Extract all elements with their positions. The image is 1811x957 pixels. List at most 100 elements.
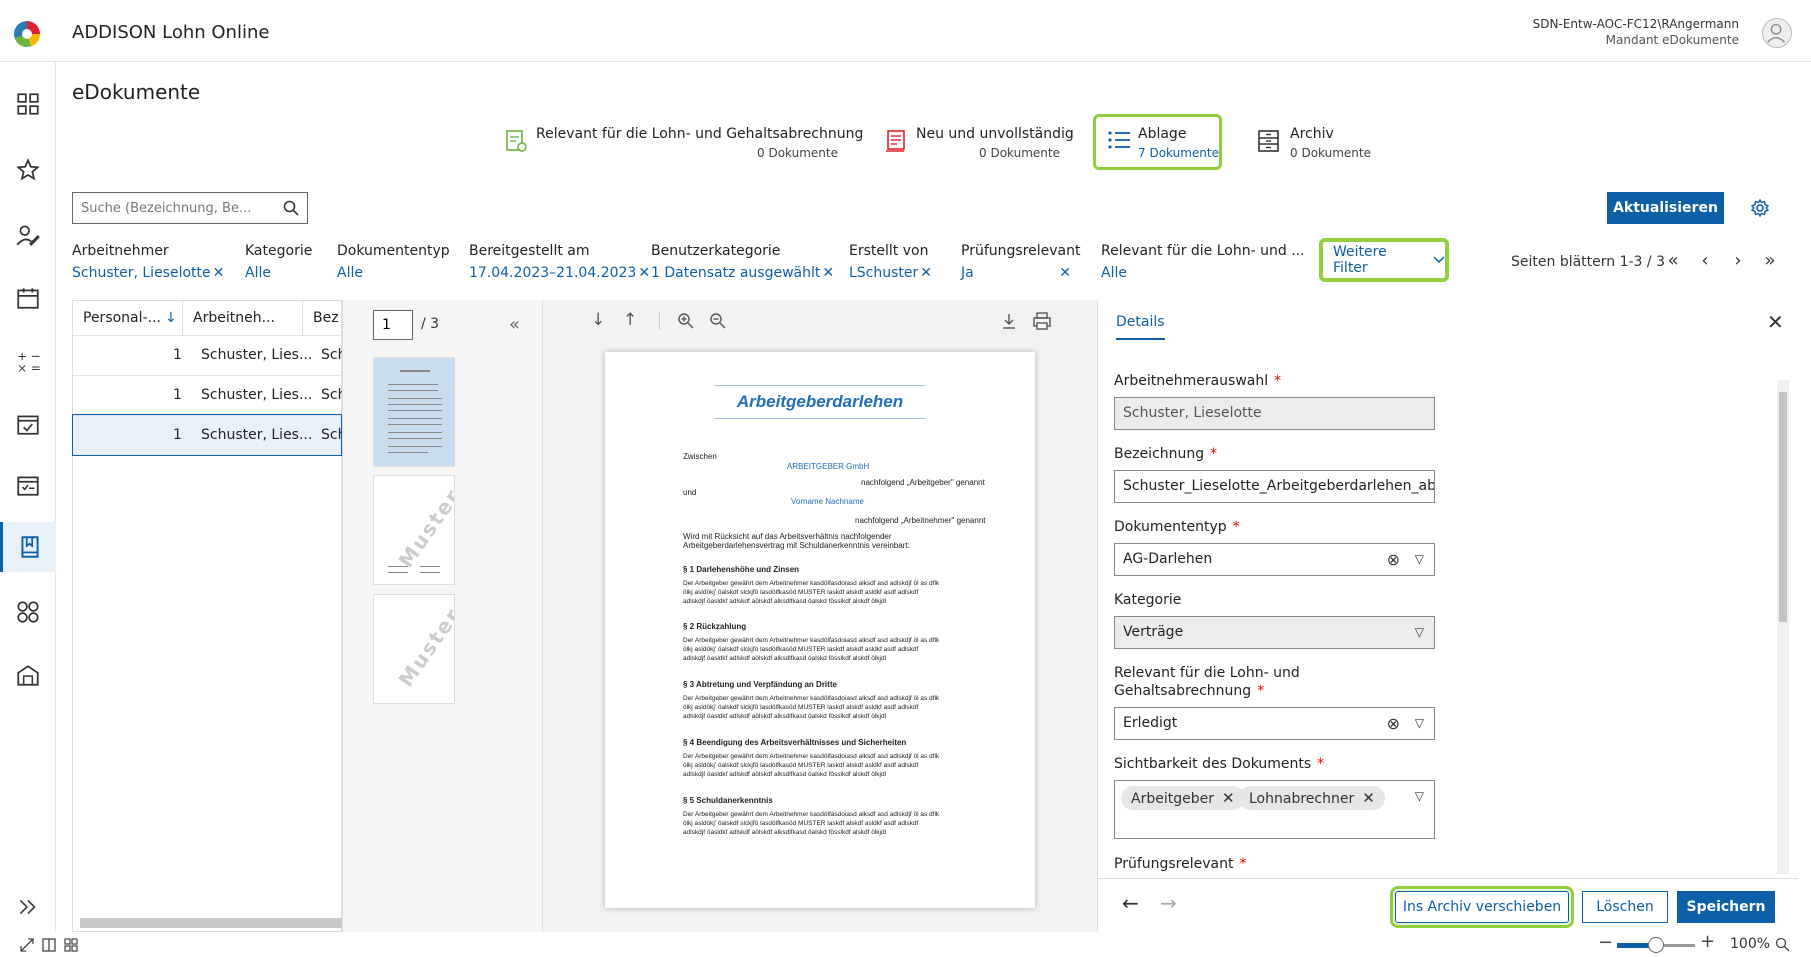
- toolbar-divider: [659, 312, 660, 330]
- sichtbarkeit-multiselect[interactable]: Arbeitgeber ✕ Lohnabrechner ✕ ▽: [1114, 780, 1435, 839]
- tab-details[interactable]: Details: [1116, 314, 1165, 340]
- filter-pruefungsrelevant[interactable]: Prüfungsrelevant Ja ✕: [961, 243, 1080, 281]
- filter-bereitgestellt[interactable]: Bereitgestellt am 17.04.2023–21.04.2023 ✕: [469, 243, 650, 281]
- bezeichnung-input[interactable]: Schuster_Lieselotte_Arbeitgeberdarlehen_…: [1114, 470, 1435, 503]
- scroll-up-icon[interactable]: ↑: [623, 310, 637, 330]
- filter-dokumententyp[interactable]: Dokumententyp Alle: [337, 243, 450, 281]
- filter-value: Alle: [337, 265, 363, 281]
- chevron-down-icon[interactable]: ▽: [1415, 544, 1424, 575]
- favorites-star-icon[interactable]: [0, 145, 56, 195]
- previous-page-icon[interactable]: ‹: [1694, 250, 1716, 272]
- close-icon[interactable]: ✕: [1767, 310, 1784, 334]
- clear-circle-icon[interactable]: ⊗: [1387, 708, 1400, 739]
- next-document-icon[interactable]: →: [1160, 891, 1177, 915]
- clear-filter-icon[interactable]: ✕: [213, 265, 225, 281]
- doc-text: ARBEITGEBER GmbH: [787, 462, 870, 471]
- company-icon[interactable]: [0, 650, 56, 700]
- dashboard-icon[interactable]: [0, 79, 56, 129]
- dokumententyp-select[interactable]: AG-Darlehen ⊗ ▽: [1114, 543, 1435, 576]
- split-view-icon[interactable]: [42, 938, 56, 952]
- clear-filter-icon[interactable]: ✕: [920, 265, 932, 281]
- zoom-out-minus-icon[interactable]: −: [1598, 932, 1613, 953]
- page-thumbnail-2[interactable]: Muster: [373, 475, 455, 585]
- search-icon[interactable]: [1775, 937, 1790, 952]
- category-ablage[interactable]: Ablage 7 Dokumente: [1093, 114, 1222, 170]
- page-total: / 3: [421, 316, 440, 332]
- grid-view-icon[interactable]: [64, 938, 78, 952]
- filter-label: Arbeitnehmer: [72, 243, 169, 259]
- zoom-in-icon[interactable]: [677, 312, 695, 330]
- zoom-in-plus-icon[interactable]: +: [1700, 931, 1715, 952]
- page-thumbnail-3[interactable]: Muster: [373, 594, 455, 704]
- delete-button[interactable]: Löschen: [1582, 891, 1668, 923]
- zoom-slider-handle[interactable]: [1648, 937, 1664, 953]
- table-row-selected[interactable]: 1 Schuster, Lies... Sch: [72, 414, 346, 456]
- remove-chip-icon[interactable]: ✕: [1222, 789, 1235, 807]
- clear-filter-icon[interactable]: ✕: [1059, 265, 1071, 281]
- chip-lohnabrechner[interactable]: Lohnabrechner ✕: [1239, 786, 1385, 810]
- calendar-icon[interactable]: [0, 273, 56, 323]
- archive-button[interactable]: Ins Archiv verschieben: [1390, 886, 1574, 928]
- category-archiv[interactable]: Archiv 0 Dokumente: [1256, 118, 1371, 168]
- chip-arbeitgeber[interactable]: Arbeitgeber ✕: [1121, 786, 1245, 810]
- download-icon[interactable]: [1000, 312, 1018, 330]
- search-input[interactable]: [72, 192, 308, 224]
- previous-document-icon[interactable]: ←: [1122, 891, 1139, 915]
- chevron-down-icon[interactable]: ▽: [1415, 617, 1424, 648]
- collapse-thumbnails-icon[interactable]: «: [509, 314, 520, 335]
- print-icon[interactable]: [1032, 311, 1052, 331]
- category-label: Neu und unvollständig: [916, 126, 1074, 142]
- column-header-arbeitnehmer[interactable]: Arbeitneh...: [183, 301, 303, 335]
- zoom-out-icon[interactable]: [709, 312, 727, 330]
- employee-edit-icon[interactable]: [0, 210, 56, 260]
- chevron-down-icon[interactable]: ▽: [1415, 781, 1424, 812]
- doc-section-heading: § 3 Abtretung und Verpfändung an Dritte: [683, 680, 837, 689]
- table-row[interactable]: 1 Schuster, Lies... Sch: [73, 375, 346, 415]
- column-header-bezeichnung[interactable]: Bez: [303, 301, 343, 335]
- select-value: Verträge: [1123, 624, 1184, 640]
- category-relevant[interactable]: Relevant für die Lohn- und Gehaltsabrech…: [504, 118, 863, 168]
- filter-arbeitnehmer[interactable]: Arbeitnehmer Schuster, Lieselotte ✕: [72, 243, 224, 281]
- doc-text: ölkj asldökj' öalskdf slckjfö lasdölfkas…: [683, 704, 919, 711]
- filter-benutzerkategorie[interactable]: Benutzerkategorie 1 Datensatz ausgewählt…: [651, 243, 834, 281]
- remove-chip-icon[interactable]: ✕: [1362, 789, 1375, 807]
- gear-icon[interactable]: [1750, 198, 1770, 218]
- filter-relevant-lohn[interactable]: Relevant für die Lohn- und ... Alle: [1101, 243, 1305, 281]
- calendar-check-icon[interactable]: [0, 399, 56, 449]
- edokumente-book-icon[interactable]: [0, 522, 56, 572]
- tasks-calendar-icon[interactable]: [0, 460, 56, 510]
- calculator-icon[interactable]: + − × =: [0, 336, 56, 386]
- scroll-down-icon[interactable]: ↓: [591, 310, 605, 330]
- kategorie-select[interactable]: Verträge ▽: [1114, 616, 1435, 649]
- next-page-icon[interactable]: ›: [1727, 250, 1749, 272]
- vertical-scrollbar-thumb[interactable]: [1779, 392, 1787, 622]
- modules-icon[interactable]: [0, 587, 56, 637]
- refresh-button[interactable]: Aktualisieren: [1607, 192, 1724, 224]
- save-button[interactable]: Speichern: [1677, 891, 1775, 923]
- relevant-select[interactable]: Erledigt ⊗ ▽: [1114, 707, 1435, 740]
- document-viewer: / 3 « Muster Muster ↓ ↑: [342, 300, 1097, 932]
- horizontal-scrollbar[interactable]: [80, 918, 342, 928]
- filter-value: Schuster, Lieselotte: [72, 265, 211, 281]
- table-row[interactable]: 1 Schuster, Lies... Sch: [73, 335, 346, 375]
- filter-erstellt-von[interactable]: Erstellt von LSchuster ✕: [849, 243, 932, 281]
- page-number-input[interactable]: [373, 310, 413, 340]
- search-icon[interactable]: [282, 199, 300, 217]
- avatar-icon[interactable]: [1762, 18, 1792, 48]
- arbeitnehmer-field: Schuster, Lieselotte: [1114, 397, 1435, 430]
- column-header-personal[interactable]: Personal-... ↓: [73, 301, 183, 335]
- more-filters-button[interactable]: Weitere Filter: [1319, 238, 1449, 282]
- clear-circle-icon[interactable]: ⊗: [1387, 544, 1400, 575]
- last-page-icon[interactable]: »: [1759, 250, 1781, 272]
- first-page-icon[interactable]: «: [1662, 250, 1684, 272]
- doc-section-heading: § 4 Beendigung des Arbeitsverhältnisses …: [683, 738, 907, 747]
- details-footer: ← → Ins Archiv verschieben Löschen Speic…: [1098, 878, 1798, 932]
- expand-sidebar-icon[interactable]: [0, 882, 56, 932]
- clear-filter-icon[interactable]: ✕: [638, 265, 650, 281]
- fullscreen-icon[interactable]: [20, 938, 34, 952]
- clear-filter-icon[interactable]: ✕: [822, 265, 834, 281]
- page-thumbnail-1[interactable]: [373, 357, 455, 467]
- chevron-down-icon[interactable]: ▽: [1415, 708, 1424, 739]
- category-neu[interactable]: Neu und unvollständig 0 Dokumente: [884, 118, 1074, 168]
- filter-kategorie[interactable]: Kategorie Alle: [245, 243, 312, 281]
